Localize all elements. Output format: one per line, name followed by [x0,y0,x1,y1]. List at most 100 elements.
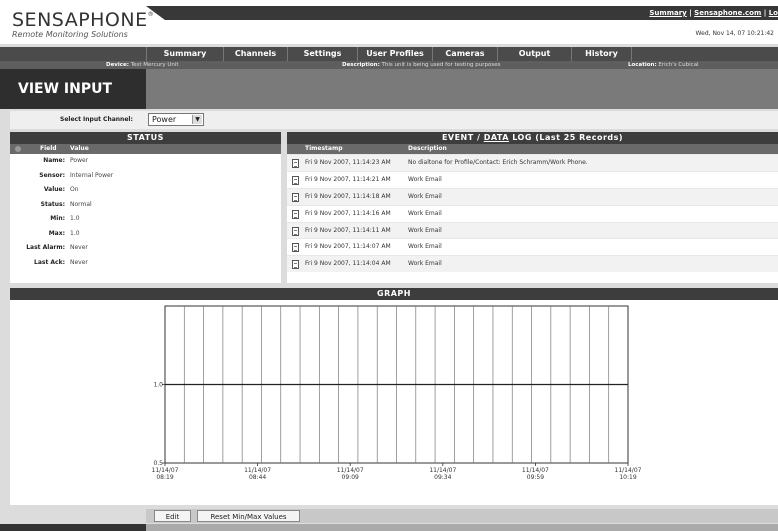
x-tick-date: 11/14/07 [337,467,364,474]
status-field: Value: [43,186,65,193]
nav-cameras[interactable]: Cameras [432,47,497,61]
log-description: Work Email [408,243,442,251]
x-tick-time: 08:44 [249,474,266,481]
log-row: Fri 9 Nov 2007, 11:14:07 AM Work Email [287,238,778,255]
status-field: Last Alarm: [26,244,65,251]
chevron-down-icon[interactable]: ▼ [192,115,202,124]
event-log-title-prefix: EVENT / [441,133,484,142]
status-value: Power [70,157,89,164]
device-value: Test Mercury Unit [130,62,179,68]
document-icon[interactable] [292,226,299,236]
document-icon[interactable] [292,175,299,185]
event-log-column-header: Timestamp Description [287,144,778,154]
select-input-channel-label: Select Input Channel: [60,116,133,123]
log-row: Fri 9 Nov 2007, 11:14:16 AM Work Email [287,204,778,222]
nav-history[interactable]: History [571,47,632,61]
graph-title: GRAPH [10,288,778,300]
x-tick-time: 08:19 [156,474,173,481]
log-row: Fri 9 Nov 2007, 11:14:11 AM Work Email [287,221,778,239]
log-timestamp: Fri 9 Nov 2007, 11:14:11 AM [305,226,391,234]
device-label: Device: [106,62,129,68]
event-log-panel: EVENT / DATA LOG (Last 25 Records) Times… [287,132,778,283]
nav-settings[interactable]: Settings [287,47,357,61]
nav-summary[interactable]: Summary [146,47,223,61]
page-title-band: VIEW INPUT [0,69,778,109]
sensaphone-link[interactable]: Sensaphone.com [694,9,761,17]
status-value: Normal [70,200,92,208]
log-timestamp: Fri 9 Nov 2007, 11:14:04 AM [305,260,391,268]
footer-left [0,524,146,531]
document-icon[interactable] [292,159,299,168]
event-log-rows: Fri 9 Nov 2007, 11:14:23 AM No dialtone f… [287,154,778,273]
status-panel: STATUS Field Value Name: Power Sensor: Int… [10,132,281,283]
x-tick-date: 11/14/07 [244,467,271,474]
x-tick-time: 09:34 [434,474,451,481]
document-icon[interactable] [292,192,299,202]
status-value: Internal Power [70,171,114,179]
x-tick-time: 09:09 [342,474,359,481]
log-row: Fri 9 Nov 2007, 11:14:21 AM Work Email [287,170,778,188]
description-value: This unit is being used for testing purp… [381,62,501,68]
log-row: Fri 9 Nov 2007, 11:14:23 AM No dialtone f… [287,154,778,171]
x-tick-date: 11/14/07 [615,467,642,474]
log-description: Work Email [408,209,442,217]
log-timestamp: Fri 9 Nov 2007, 11:14:16 AM [305,209,391,217]
logout-link[interactable]: Lo [769,9,778,17]
y-tick-label: 0.5 [153,460,163,467]
status-field: Name: [43,157,65,164]
edit-button[interactable]: Edit [154,510,191,522]
location-value: Erich's Cubical [658,62,699,68]
header: SENSAPHONE® Remote Monitoring Solutions … [0,0,778,44]
status-rows: Name: Power Sensor: Internal Power Value: O… [10,154,281,270]
status-row: Last Ack: Never [10,256,281,271]
status-row: Status: Normal [10,198,281,213]
logo-reg-mark: ® [147,11,155,18]
event-log-title-suffix: LOG (Last 25 Records) [508,133,624,142]
status-column-header: Field Value [10,144,281,154]
x-tick-time: 10:19 [619,474,636,481]
reset-min-max-button[interactable]: Reset Min/Max Values [197,510,300,522]
log-row: Fri 9 Nov 2007, 11:14:18 AM Work Email [287,187,778,205]
event-log-title: EVENT / DATA LOG (Last 25 Records) [287,132,778,144]
log-description: Work Email [408,226,442,234]
input-channel-select[interactable]: Power ▼ [148,113,204,126]
log-col-description: Description [408,145,447,152]
current-datetime: Wed, Nov 14, 07 10:21:42 [695,30,774,37]
sort-icon [15,146,21,152]
log-description: Work Email [408,260,442,268]
data-log-link[interactable]: DATA [484,133,509,142]
status-row: Max: 1.0 [10,227,281,242]
logo-tagline: Remote Monitoring Solutions [12,30,128,39]
x-tick-date: 11/14/07 [522,467,549,474]
log-description: Work Email [408,192,442,200]
log-timestamp: Fri 9 Nov 2007, 11:14:18 AM [305,192,391,200]
page-title: VIEW INPUT [0,69,146,109]
top-link-separator: | [761,9,769,17]
document-icon[interactable] [292,260,299,270]
status-field: Last Ack: [34,258,65,266]
logo: SENSAPHONE® [12,9,154,31]
nav-user-profiles[interactable]: User Profiles [357,47,432,61]
status-value: Never [70,258,88,266]
action-bar: Edit Reset Min/Max Values [146,509,778,523]
status-field: Min: [50,215,65,222]
status-value: Never [70,244,88,251]
nav-output[interactable]: Output [497,47,571,61]
nav-channels[interactable]: Channels [223,47,287,61]
location-label: Location: [628,62,657,68]
status-field: Max: [48,229,65,237]
status-col-value: Value [70,145,89,152]
status-row: Sensor: Internal Power [10,169,281,184]
input-channel-select-value: Power [152,115,177,124]
log-col-timestamp: Timestamp [305,145,343,152]
status-field: Status: [40,200,65,208]
top-links: Summary | Sensaphone.com | Lo [649,9,778,17]
x-tick-date: 11/14/07 [152,467,179,474]
logo-text: SENSAPHONE [12,9,148,31]
document-icon[interactable] [292,243,299,253]
status-row: Value: On [10,183,281,198]
y-tick-label: 1.0 [153,382,163,389]
summary-link[interactable]: Summary [649,9,686,17]
log-timestamp: Fri 9 Nov 2007, 11:14:23 AM [305,159,391,166]
document-icon[interactable] [292,209,299,219]
